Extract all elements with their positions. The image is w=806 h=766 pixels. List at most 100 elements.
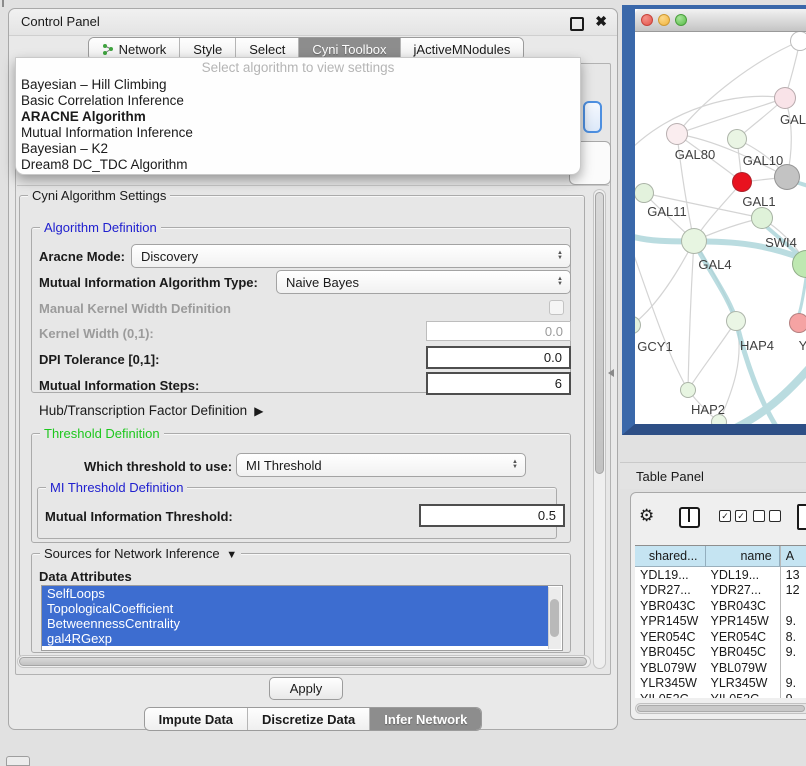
bottom-left-button-fragment[interactable] (6, 756, 30, 766)
kernel-width-input[interactable]: 0.0 (426, 321, 571, 341)
network-node[interactable] (789, 313, 806, 333)
apply-button-label: Apply (290, 681, 323, 696)
table-cell: YBR045C (635, 645, 705, 661)
table-row[interactable]: YDL19...YDL19...13 (635, 567, 806, 583)
manual-kernel-checkbox[interactable] (549, 300, 564, 315)
mi-threshold-input[interactable]: 0.5 (419, 504, 565, 527)
network-node[interactable] (635, 183, 654, 203)
which-threshold-combo[interactable]: MI Threshold ▲▼ (236, 453, 526, 477)
network-node[interactable] (681, 228, 707, 254)
traffic-light-close-icon[interactable] (641, 14, 653, 26)
table-cell: YDL19... (635, 567, 705, 583)
network-node[interactable] (726, 311, 746, 331)
select-all-columns-icon[interactable]: ✓ ✓ (719, 510, 747, 522)
apply-button[interactable]: Apply (269, 677, 343, 700)
table-row[interactable]: YLR345WYLR345W9. (635, 676, 806, 692)
algorithm-option[interactable]: Mutual Information Inference (16, 125, 580, 141)
column-header-shared-name[interactable]: shared... (635, 546, 706, 566)
aracne-mode-combo[interactable]: Discovery ▲▼ (131, 244, 571, 268)
manual-kernel-label: Manual Kernel Width Definition (39, 301, 231, 316)
tab-discretize-data[interactable]: Discretize Data (248, 708, 370, 730)
traffic-light-minimize-icon[interactable] (658, 14, 670, 26)
mi-threshold-value: 0.5 (538, 508, 556, 523)
dpi-tolerance-input[interactable]: 0.0 (426, 346, 571, 369)
data-attribute-item[interactable]: gal4RGexp (42, 631, 548, 646)
scrollbar-thumb[interactable] (595, 192, 604, 474)
network-node[interactable] (751, 207, 773, 229)
algorithm-option[interactable]: Dream8 DC_TDC Algorithm (16, 157, 580, 173)
hub-definition-toggle[interactable]: Hub/Transcription Factor Definition ▶ (39, 403, 263, 418)
network-node[interactable] (732, 172, 752, 192)
deselect-all-columns-icon[interactable] (753, 510, 781, 522)
checked-box-icon: ✓ (735, 510, 747, 522)
aracne-mode-value: Discovery (141, 249, 198, 264)
focused-combo-spinner-fragment (583, 101, 602, 133)
network-canvas[interactable]: GALGAL80GAL10GAL1GAL11SWI4GAL4GCY1HAP4YH… (635, 32, 806, 424)
tab-impute-data[interactable]: Impute Data (145, 708, 248, 730)
table-header-row[interactable]: shared... name A (635, 546, 806, 567)
tab-label: Select (249, 42, 285, 57)
collapse-down-arrow-icon: ▼ (223, 549, 237, 561)
algorithm-option[interactable]: ARACNE Algorithm (16, 109, 580, 125)
control-panel-window: Control Panel ✖ NetworkStyleSelectCyni T… (8, 8, 618, 730)
network-node[interactable] (680, 382, 696, 398)
table-cell: YBL079W (705, 660, 779, 676)
mi-type-combo[interactable]: Naive Bayes ▲▼ (276, 270, 571, 294)
mi-type-label: Mutual Information Algorithm Type: (39, 275, 258, 290)
table-cell (780, 598, 806, 614)
group-title: Algorithm Definition (40, 220, 161, 235)
node-label: SWI4 (765, 235, 797, 250)
scrollbar-thumb[interactable] (550, 599, 559, 637)
column-header-name[interactable]: name (706, 546, 780, 566)
table-row[interactable]: YBL079WYBL079W (635, 660, 806, 676)
data-attributes-list[interactable]: SelfLoopsTopologicalCoefficientBetweenne… (41, 585, 563, 651)
table-row[interactable]: YBR045CYBR045C9. (635, 645, 806, 661)
algorithm-option[interactable]: Bayesian – K2 (16, 141, 580, 157)
panel-collapse-handle[interactable] (608, 369, 614, 377)
network-node[interactable] (774, 87, 796, 109)
group-title: MI Threshold Definition (46, 480, 187, 495)
network-node[interactable] (790, 32, 806, 51)
gear-icon[interactable]: ⚙ (639, 507, 654, 525)
data-attribute-item[interactable]: TopologicalCoefficient (42, 601, 548, 616)
document-icon[interactable] (797, 504, 806, 530)
list-vertical-scrollbar[interactable] (548, 587, 561, 649)
traffic-light-zoom-icon[interactable] (675, 14, 687, 26)
combo-arrows-icon: ▲▼ (557, 277, 563, 287)
table-cell: YDL19... (705, 567, 779, 583)
data-attribute-item[interactable]: BetweennessCentrality (42, 616, 548, 631)
column-view-icon[interactable] (679, 507, 700, 528)
node-label: HAP4 (740, 338, 774, 353)
table-row[interactable]: YIL052CYIL052C9 (635, 691, 806, 698)
data-attribute-item[interactable]: SelfLoops (42, 586, 548, 601)
algorithm-option[interactable]: Basic Correlation Inference (16, 93, 580, 109)
close-icon[interactable]: ✖ (595, 13, 607, 30)
scrollbar-thumb[interactable] (19, 657, 587, 666)
algorithm-dropdown-placeholder: Select algorithm to view settings (16, 60, 580, 77)
table-row[interactable]: YPR145WYPR145W9. (635, 614, 806, 630)
settings-vertical-scrollbar[interactable] (593, 189, 606, 669)
settings-horizontal-scrollbar[interactable] (17, 655, 591, 668)
network-node[interactable] (666, 123, 688, 145)
mi-type-value: Naive Bayes (286, 275, 359, 290)
table-row[interactable]: YER054CYER054C8. (635, 629, 806, 645)
sources-title: Sources for Network Inference (44, 546, 220, 561)
table-horizontal-scrollbar[interactable] (635, 703, 806, 714)
panel-title: Control Panel (21, 14, 100, 29)
table-row[interactable]: YBR043CYBR043C (635, 598, 806, 614)
table-panel-title: Table Panel (636, 469, 704, 484)
algorithm-option[interactable]: Bayesian – Hill Climbing (16, 77, 580, 93)
network-view-window: GALGAL80GAL10GAL1GAL11SWI4GAL4GCY1HAP4YH… (622, 5, 806, 435)
table-row[interactable]: YDR27...YDR27...12 (635, 583, 806, 599)
scrollbar-thumb[interactable] (637, 705, 805, 712)
network-node[interactable] (727, 129, 747, 149)
mi-steps-input[interactable]: 6 (426, 372, 571, 395)
tab-label: jActiveMNodules (414, 42, 511, 57)
sources-toggle[interactable]: Sources for Network Inference ▼ (40, 546, 241, 561)
float-window-icon[interactable] (570, 17, 584, 31)
unchecked-box-icon (753, 510, 765, 522)
table-cell: 12 (780, 583, 806, 599)
node-label: GCY1 (637, 339, 672, 354)
tab-infer-network[interactable]: Infer Network (370, 708, 481, 730)
column-header-clipped[interactable]: A (780, 546, 806, 566)
